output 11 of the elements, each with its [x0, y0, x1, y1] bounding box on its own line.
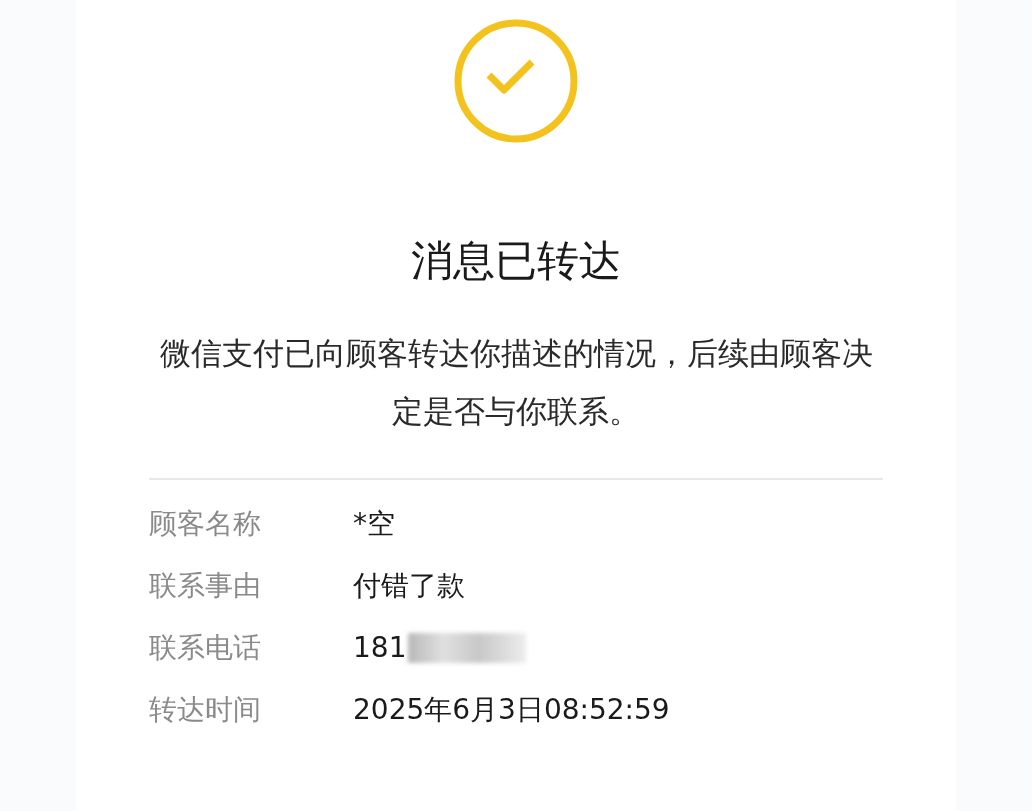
detail-value: 付错了款: [353, 568, 465, 604]
page-title: 消息已转达: [411, 240, 621, 282]
detail-label: 顾客名称: [149, 506, 262, 542]
detail-value: 181: [353, 630, 407, 666]
detail-label: 联系电话: [149, 630, 262, 666]
detail-value: *空: [353, 506, 395, 542]
description-text: 微信支付已向顾客转达你描述的情况，后续由顾客决定是否与你联系。: [158, 334, 874, 431]
detail-value: 2025年6月3日08:52:59: [353, 692, 670, 728]
detail-label: 转达时间: [149, 692, 262, 728]
detail-label: 联系事由: [149, 568, 262, 604]
check-circle-icon: [453, 18, 579, 144]
